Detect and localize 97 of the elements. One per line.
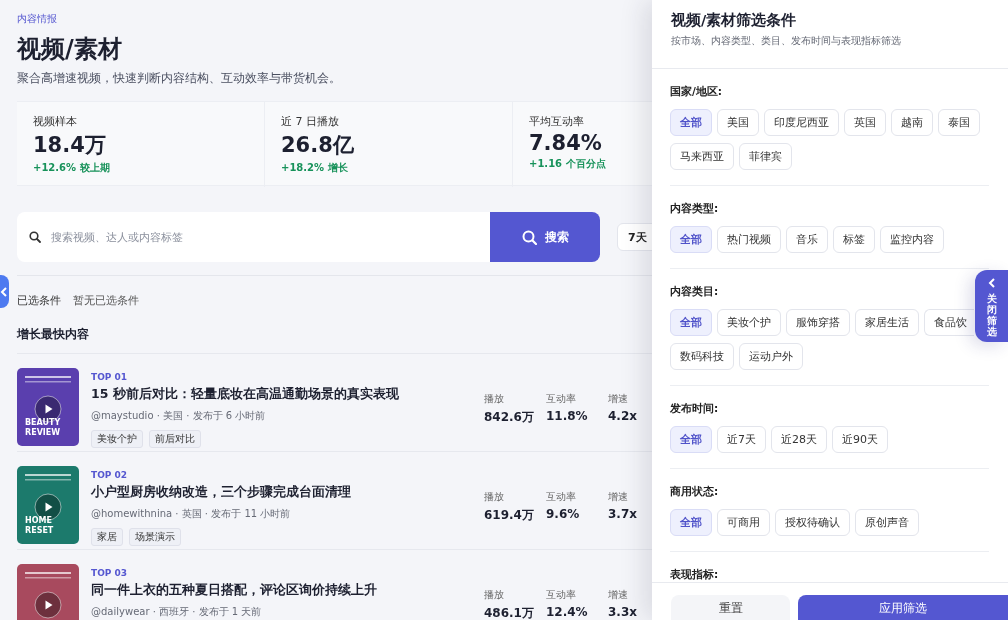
filter-option[interactable]: 授权待确认	[775, 509, 850, 536]
list-title: 增长最快内容	[17, 326, 89, 343]
video-title[interactable]: 小户型厨房收纳改造，三个步骤完成台面清理	[91, 484, 351, 501]
page-title: 视频/素材	[17, 34, 122, 64]
stat-change: +1.16 个百分点	[529, 157, 606, 171]
filter-option[interactable]: 运动户外	[739, 343, 803, 370]
stat-value: 18.4万	[33, 132, 106, 159]
thumbnail-caption: HOME RESET	[25, 516, 55, 536]
video-title[interactable]: 同一件上衣的五种夏日搭配，评论区询价持续上升	[91, 582, 377, 599]
filter-option[interactable]: 监控内容	[880, 226, 944, 253]
tag: 美妆个护	[91, 430, 143, 448]
filter-group-label: 商用状态:	[670, 485, 719, 499]
filter-group-label: 国家/地区:	[670, 85, 723, 99]
filter-option[interactable]: 英国	[844, 109, 886, 136]
metric-value: 3.7x	[608, 507, 637, 521]
tag: 场景演示	[129, 528, 181, 546]
page-subtitle: 聚合高增速视频，快速判断内容结构、互动效率与带货机会。	[17, 70, 341, 87]
stat-label: 平均互动率	[529, 114, 584, 129]
tag: 前后对比	[149, 430, 201, 448]
filter-group-label: 内容类目:	[670, 285, 719, 299]
filter-option[interactable]: 音乐	[786, 226, 828, 253]
chevron-left-icon	[0, 286, 8, 297]
stat-change: +12.6% 较上期	[33, 161, 110, 175]
video-meta: @dailywear · 西班牙 · 发布于 1 天前	[91, 605, 262, 619]
metric-value: 3.3x	[608, 605, 637, 619]
reset-button[interactable]: 重置	[671, 595, 790, 620]
thumbnail-caption: BEAUTY REVIEW	[25, 418, 62, 438]
filter-option[interactable]: 全部	[670, 509, 712, 536]
rank-label: TOP 01	[91, 372, 128, 382]
metric-value: 486.1万	[484, 605, 534, 620]
metric-label: 增速	[608, 392, 628, 406]
thumbnail-lines	[25, 376, 71, 383]
filter-option[interactable]: 美国	[717, 109, 759, 136]
period-chip[interactable]: 7天	[617, 223, 652, 251]
filter-group-label: 表现指标:	[670, 568, 719, 582]
filter-option[interactable]: 数码科技	[670, 343, 734, 370]
filter-option[interactable]: 马来西亚	[670, 143, 734, 170]
metric-label: 互动率	[546, 490, 576, 504]
filter-option[interactable]: 全部	[670, 309, 712, 336]
thumbnail-lines	[25, 572, 71, 579]
panel-title: 视频/素材筛选条件	[671, 11, 797, 30]
metric-value: 9.6%	[546, 507, 580, 521]
video-meta: @maystudio · 美国 · 发布于 6 小时前	[91, 409, 266, 423]
stat-label: 近 7 日播放	[281, 114, 339, 129]
metric-label: 互动率	[546, 392, 576, 406]
filter-option[interactable]: 菲律宾	[739, 143, 792, 170]
section-eyebrow: 内容情报	[17, 12, 57, 26]
stat-value: 26.8亿	[281, 132, 354, 159]
stat-change: +18.2% 增长	[281, 161, 348, 175]
chevron-left-icon	[987, 278, 996, 288]
filter-option[interactable]: 食品饮	[924, 309, 974, 336]
metric-value: 12.4%	[546, 605, 588, 619]
filter-option[interactable]: 全部	[670, 109, 712, 136]
metric-value: 4.2x	[608, 409, 637, 423]
filter-option[interactable]: 可商用	[717, 509, 770, 536]
tag: 家居	[91, 528, 123, 546]
filter-option[interactable]: 美妆个护	[717, 309, 781, 336]
filter-option[interactable]: 原创声音	[855, 509, 919, 536]
metric-label: 增速	[608, 588, 628, 602]
filter-option[interactable]: 越南	[891, 109, 933, 136]
metric-label: 播放	[484, 490, 504, 504]
metric-value: 619.4万	[484, 507, 534, 524]
metric-value: 11.8%	[546, 409, 588, 423]
rank-label: TOP 02	[91, 470, 128, 480]
filter-group-label: 发布时间:	[670, 402, 719, 416]
stat-value: 7.84%	[529, 131, 602, 155]
filter-option[interactable]: 近28天	[771, 426, 827, 453]
selected-filters-label: 已选条件	[17, 293, 61, 308]
search-field[interactable]: 搜索视频、达人或内容标签	[17, 212, 490, 262]
filter-option[interactable]: 服饰穿搭	[786, 309, 850, 336]
thumbnail-lines	[25, 474, 71, 481]
filter-option[interactable]: 印度尼西亚	[764, 109, 839, 136]
search-icon	[521, 229, 537, 245]
filter-option[interactable]: 近7天	[717, 426, 766, 453]
empty-filters-text: 暂无已选条件	[73, 293, 139, 308]
apply-button[interactable]: 应用筛选	[798, 595, 1008, 620]
play-icon	[34, 591, 62, 619]
metric-label: 互动率	[546, 588, 576, 602]
metric-label: 增速	[608, 490, 628, 504]
filter-option[interactable]: 泰国	[938, 109, 980, 136]
metric-label: 播放	[484, 588, 504, 602]
stat-label: 视频样本	[33, 114, 77, 129]
filter-option[interactable]: 近90天	[832, 426, 888, 453]
search-button[interactable]: 搜索	[490, 212, 600, 262]
filter-option[interactable]: 全部	[670, 226, 712, 253]
video-meta: @homewithnina · 英国 · 发布于 11 小时前	[91, 507, 291, 521]
filter-group-label: 内容类型:	[670, 202, 719, 216]
filter-option[interactable]: 热门视频	[717, 226, 781, 253]
metric-value: 842.6万	[484, 409, 534, 426]
close-filter-tab[interactable]: 关闭筛选	[975, 270, 1008, 342]
filter-option[interactable]: 家居生活	[855, 309, 919, 336]
video-title[interactable]: 15 秒前后对比：轻量底妆在高温通勤场景的真实表现	[91, 386, 399, 403]
metric-label: 播放	[484, 392, 504, 406]
filter-option[interactable]: 标签	[833, 226, 875, 253]
filter-option[interactable]: 全部	[670, 426, 712, 453]
panel-subtitle: 按市场、内容类型、类目、发布时间与表现指标筛选	[671, 34, 901, 48]
rank-label: TOP 03	[91, 568, 128, 578]
